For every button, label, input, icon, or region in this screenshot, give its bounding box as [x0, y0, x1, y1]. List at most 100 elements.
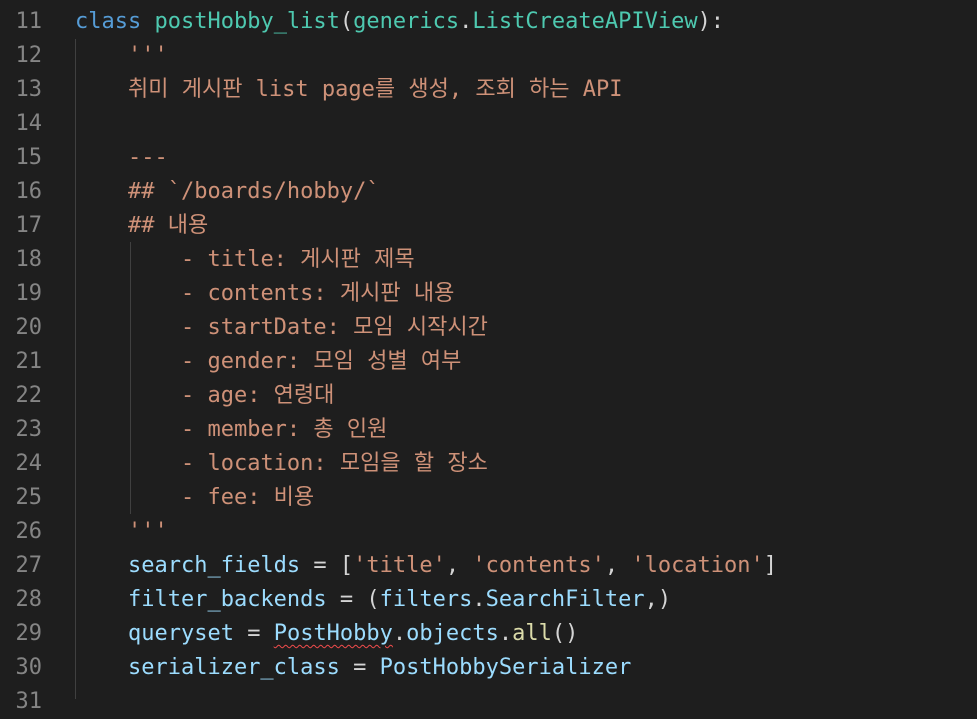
- code-line[interactable]: 23 - member: 총 인원: [0, 413, 977, 447]
- line-number: 27: [15, 553, 43, 578]
- code-token: = (: [326, 587, 380, 612]
- code-line[interactable]: 31: [0, 685, 977, 719]
- code-line[interactable]: 24 - location: 모임을 할 장소: [0, 447, 977, 481]
- line-number: 22: [15, 383, 43, 408]
- code-token: .: [498, 621, 513, 646]
- code-line[interactable]: 14: [0, 107, 977, 141]
- code-token: - member: 총 인원: [180, 417, 388, 442]
- code-line[interactable]: 16 ## `/boards/hobby/`: [0, 175, 977, 209]
- code-token: PostHobby: [273, 621, 393, 646]
- code-text: 취미 게시판 list page를 생성, 조회 하는 API: [75, 73, 623, 107]
- code-token: ## 내용: [127, 213, 209, 238]
- code-line[interactable]: 11 class postHobby_list(generics.ListCrea…: [0, 5, 977, 39]
- line-number: 20: [15, 315, 43, 340]
- code-token: postHobby_list: [154, 9, 340, 34]
- line-number: 14: [15, 111, 43, 136]
- line-number: 15: [15, 145, 43, 170]
- code-token: - location: 모임을 할 장소: [180, 451, 488, 476]
- code-text: - fee: 비용: [75, 481, 314, 515]
- line-number: 17: [15, 213, 43, 238]
- code-token: search_fields: [127, 553, 301, 578]
- code-line[interactable]: 22 - age: 연령대: [0, 379, 977, 413]
- code-token: ,: [445, 553, 473, 578]
- code-text: serializer_class = PostHobbySerializer: [75, 651, 631, 685]
- code-text: ## `/boards/hobby/`: [75, 175, 380, 209]
- line-number: 18: [15, 247, 43, 272]
- code-line[interactable]: 25 - fee: 비용: [0, 481, 977, 515]
- code-line[interactable]: 12 ''': [0, 39, 977, 73]
- code-text: - title: 게시판 제목: [75, 243, 415, 277]
- line-number: 19: [15, 281, 43, 306]
- line-number: 31: [15, 689, 43, 714]
- code-token: (: [339, 9, 354, 34]
- code-token: ,: [604, 553, 632, 578]
- code-line[interactable]: 13 취미 게시판 list page를 생성, 조회 하는 API: [0, 73, 977, 107]
- code-line[interactable]: 15 ---: [0, 141, 977, 175]
- code-token: =: [339, 655, 380, 680]
- line-number: 29: [15, 621, 43, 646]
- code-token: - fee: 비용: [180, 485, 315, 510]
- code-token: = [: [300, 553, 354, 578]
- code-token: ## `/boards/hobby/`: [127, 179, 380, 204]
- code-token: .: [392, 621, 407, 646]
- code-token: PostHobbySerializer: [379, 655, 632, 680]
- code-token: SearchFilter: [485, 587, 645, 612]
- code-line[interactable]: 30 serializer_class = PostHobbySerialize…: [0, 651, 977, 685]
- code-token: - gender: 모임 성별 여부: [180, 349, 462, 374]
- code-token: all: [512, 621, 552, 646]
- code-line[interactable]: 27 search_fields = ['title', 'contents',…: [0, 549, 977, 583]
- code-token: serializer_class: [127, 655, 340, 680]
- code-line[interactable]: 17 ## 내용: [0, 209, 977, 243]
- code-editor[interactable]: 11 class postHobby_list(generics.ListCrea…: [0, 0, 977, 717]
- code-token: objects: [406, 621, 499, 646]
- code-token: filter_backends: [127, 587, 327, 612]
- code-token: - startDate: 모임 시작시간: [180, 315, 488, 340]
- line-number: 26: [15, 519, 43, 544]
- line-number: 13: [15, 77, 43, 102]
- line-number: 16: [15, 179, 43, 204]
- code-token: ):: [697, 9, 725, 34]
- code-line[interactable]: 19 - contents: 게시판 내용: [0, 277, 977, 311]
- code-line[interactable]: 26 ''': [0, 515, 977, 549]
- code-line[interactable]: 21 - gender: 모임 성별 여부: [0, 345, 977, 379]
- code-token: 취미 게시판 list page를 생성, 조회 하는 API: [127, 77, 623, 102]
- code-token: - age: 연령대: [180, 383, 335, 408]
- code-token: queryset: [127, 621, 234, 646]
- line-number: 11: [15, 9, 43, 34]
- code-token: ,): [644, 587, 672, 612]
- code-text: - gender: 모임 성별 여부: [75, 345, 461, 379]
- code-line[interactable]: 28 filter_backends = (filters.SearchFilt…: [0, 583, 977, 617]
- code-text: - contents: 게시판 내용: [75, 277, 454, 311]
- code-token: - title: 게시판 제목: [180, 247, 415, 272]
- line-number: 12: [15, 43, 43, 68]
- code-token: (): [551, 621, 579, 646]
- line-number: 21: [15, 349, 43, 374]
- code-text: - startDate: 모임 시작시간: [75, 311, 488, 345]
- code-line[interactable]: 20 - startDate: 모임 시작시간: [0, 311, 977, 345]
- code-text: search_fields = ['title', 'contents', 'l…: [75, 549, 777, 583]
- code-text: ## 내용: [75, 209, 208, 243]
- code-text: queryset = PostHobby.objects.all(): [75, 617, 578, 651]
- code-text: class postHobby_list(generics.ListCreate…: [75, 5, 724, 39]
- code-token: filters: [379, 587, 473, 612]
- code-line[interactable]: 18 - title: 게시판 제목: [0, 243, 977, 277]
- code-text: filter_backends = (filters.SearchFilter,…: [75, 583, 671, 617]
- code-text: ---: [75, 141, 168, 175]
- line-number: 23: [15, 417, 43, 442]
- code-token: ListCreateAPIView: [472, 9, 698, 34]
- code-text: - age: 연령대: [75, 379, 334, 413]
- code-token: ---: [127, 145, 168, 170]
- code-token: 'title': [353, 553, 446, 578]
- line-number: 24: [15, 451, 43, 476]
- code-line[interactable]: 29 queryset = PostHobby.objects.all(): [0, 617, 977, 651]
- code-token: ''': [127, 519, 168, 544]
- code-token: ]: [763, 553, 778, 578]
- code-token: ''': [127, 43, 168, 68]
- code-token: .: [472, 587, 486, 612]
- line-number: 25: [15, 485, 43, 510]
- line-number: 28: [15, 587, 43, 612]
- code-token: - contents: 게시판 내용: [180, 281, 455, 306]
- code-text: ''': [75, 39, 168, 73]
- code-token: 'location': [631, 553, 764, 578]
